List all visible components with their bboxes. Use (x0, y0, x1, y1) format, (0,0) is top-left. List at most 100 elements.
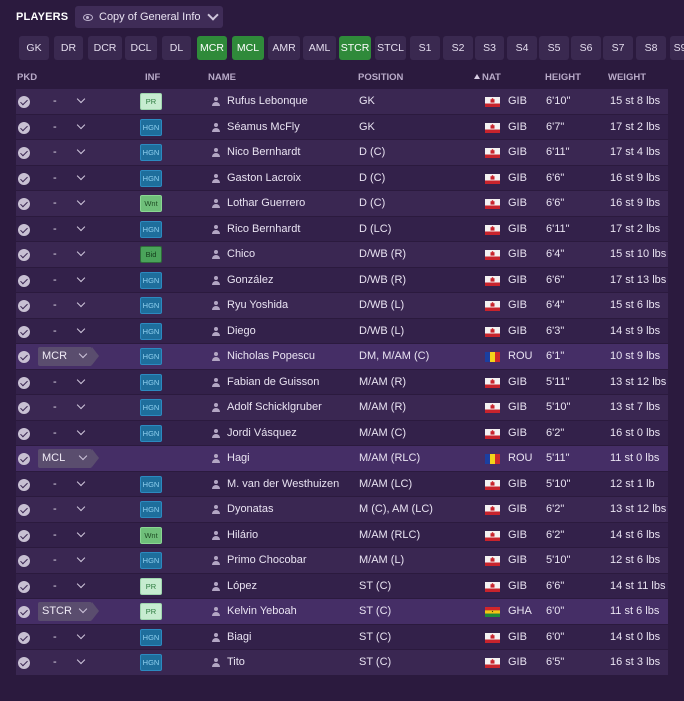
player-name[interactable]: González (227, 274, 273, 286)
pick-selector[interactable]: - (38, 220, 88, 239)
checkmark-icon[interactable] (18, 376, 30, 389)
pick-selector[interactable]: - (38, 373, 88, 392)
checkmark-icon[interactable] (18, 147, 30, 159)
column-header-name[interactable]: NAME (208, 72, 236, 83)
column-header-position[interactable]: POSITION (358, 72, 403, 83)
view-selector[interactable]: Copy of General Info (75, 6, 223, 28)
column-header-nat[interactable]: NAT (474, 72, 501, 83)
player-name[interactable]: Ryu Yoshida (227, 299, 288, 311)
table-row[interactable]: - Wnt Hilário M/AM (RLC) GIB 6'2" 14 st 6 lbs (16, 522, 668, 548)
pick-selector[interactable]: - (38, 245, 88, 264)
table-row[interactable]: - HGN Primo Chocobar M/AM (L) GIB 5'10" 12 st … (16, 548, 668, 574)
table-row[interactable]: - HGN Séamus McFly GK GIB 6'7" 17 st 2 lbs (16, 114, 668, 140)
table-row[interactable]: - HGN Biagi ST (C) GIB 6'0" 14 st 0 lbs (16, 624, 668, 650)
player-name[interactable]: Rufus Lebonque (227, 95, 308, 107)
pick-selector[interactable]: - (38, 271, 88, 290)
checkmark-icon[interactable] (18, 121, 30, 134)
pick-selector[interactable]: - (38, 398, 88, 417)
player-name[interactable]: Fabian de Guisson (227, 376, 319, 388)
pick-selector[interactable]: - (38, 169, 88, 188)
position-button-stcr[interactable]: STCR (339, 36, 371, 60)
position-button-s9[interactable]: S9 (670, 36, 684, 60)
checkmark-icon[interactable] (18, 172, 30, 185)
pick-selector[interactable]: - (38, 296, 88, 315)
pick-selector[interactable]: - (38, 628, 88, 647)
checkmark-icon[interactable] (18, 96, 30, 108)
table-row[interactable]: - HGN Jordi Vásquez M/AM (C) GIB 6'2" 16 st 0 … (16, 420, 668, 446)
table-row[interactable]: - HGN Nico Bernhardt D (C) GIB 6'11" 17 st 4 l… (16, 140, 668, 166)
player-name[interactable]: Hagi (227, 452, 250, 464)
table-row[interactable]: - Bid Chico D/WB (R) GIB 6'4" 15 st 10 lbs (16, 242, 668, 268)
table-row[interactable]: - HGN Fabian de Guisson M/AM (R) GIB 5'11" 13 … (16, 369, 668, 395)
checkmark-icon[interactable] (18, 529, 30, 542)
player-name[interactable]: Gaston Lacroix (227, 172, 301, 184)
position-button-amr[interactable]: AMR (268, 36, 300, 60)
pick-selector[interactable]: - (38, 653, 88, 672)
table-row[interactable]: - HGN Tito ST (C) GIB 6'5" 16 st 3 lbs (16, 650, 668, 676)
position-button-gk[interactable]: GK (19, 36, 49, 60)
table-row[interactable]: - HGN González D/WB (R) GIB 6'6" 17 st 13 lbs (16, 267, 668, 293)
player-name[interactable]: Kelvin Yeboah (227, 605, 297, 617)
position-button-mcl[interactable]: MCL (232, 36, 264, 60)
player-name[interactable]: Hilário (227, 529, 258, 541)
checkmark-icon[interactable] (18, 198, 30, 210)
player-name[interactable]: Biagi (227, 631, 251, 643)
position-button-dcr[interactable]: DCR (88, 36, 122, 60)
player-name[interactable]: López (227, 580, 257, 592)
pick-selector[interactable]: - (38, 92, 88, 111)
table-row[interactable]: MCR HGN Nicholas Popescu DM, M/AM (C) ROU 6'1… (16, 344, 668, 370)
player-name[interactable]: Rico Bernhardt (227, 223, 300, 235)
player-name[interactable]: Jordi Vásquez (227, 427, 297, 439)
position-button-s2[interactable]: S2 (443, 36, 473, 60)
checkmark-icon[interactable] (18, 631, 30, 644)
position-button-s3[interactable]: S3 (475, 36, 504, 60)
pick-selector[interactable]: - (38, 526, 88, 545)
table-row[interactable]: - HGN Diego D/WB (L) GIB 6'3" 14 st 9 lbs (16, 318, 668, 344)
table-row[interactable]: MCL Hagi M/AM (RLC) ROU 5'11" 11 st 0 lbs (16, 446, 668, 472)
position-button-stcl[interactable]: STCL (375, 36, 406, 60)
position-button-mcr[interactable]: MCR (197, 36, 227, 60)
player-name[interactable]: M. van der Westhuizen (227, 478, 339, 490)
pick-selector[interactable]: MCL (38, 449, 99, 468)
checkmark-icon[interactable] (18, 249, 30, 261)
position-button-dl[interactable]: DL (162, 36, 191, 60)
pick-selector[interactable]: - (38, 551, 88, 570)
player-name[interactable]: Dyonatas (227, 503, 273, 515)
checkmark-icon[interactable] (18, 300, 30, 312)
position-button-s6[interactable]: S6 (571, 36, 601, 60)
pick-selector[interactable]: - (38, 194, 88, 213)
checkmark-icon[interactable] (18, 402, 30, 414)
player-name[interactable]: Lothar Guerrero (227, 197, 305, 209)
column-header-pkd[interactable]: PKD (17, 72, 37, 83)
position-button-dcl[interactable]: DCL (125, 36, 157, 60)
table-row[interactable]: - Wnt Lothar Guerrero D (C) GIB 6'6" 16 st 9 l… (16, 191, 668, 217)
table-row[interactable]: - PR López ST (C) GIB 6'6" 14 st 11 lbs (16, 573, 668, 599)
column-header-inf[interactable]: INF (145, 72, 160, 83)
position-button-s5[interactable]: S5 (539, 36, 569, 60)
checkmark-icon[interactable] (18, 325, 30, 338)
table-row[interactable]: - HGN Adolf Schicklgruber M/AM (R) GIB 5'10" 1… (16, 395, 668, 421)
player-name[interactable]: Nico Bernhardt (227, 146, 300, 158)
pick-selector[interactable]: - (38, 500, 88, 519)
pick-selector[interactable]: - (38, 424, 88, 443)
pick-selector[interactable]: - (38, 577, 88, 596)
table-row[interactable]: - HGN Dyonatas M (C), AM (LC) GIB 6'2" 13 st 1… (16, 497, 668, 523)
checkmark-icon[interactable] (18, 223, 30, 236)
table-row[interactable]: - HGN Rico Bernhardt D (LC) GIB 6'11" 17 st 2 … (16, 216, 668, 242)
checkmark-icon[interactable] (18, 555, 30, 567)
position-button-dr[interactable]: DR (54, 36, 83, 60)
player-name[interactable]: Tito (227, 656, 245, 668)
player-name[interactable]: Primo Chocobar (227, 554, 306, 566)
table-row[interactable]: - HGN Ryu Yoshida D/WB (L) GIB 6'4" 15 st 6 lb… (16, 293, 668, 319)
pick-selector[interactable]: - (38, 118, 88, 137)
pick-selector[interactable]: - (38, 143, 88, 162)
player-name[interactable]: Adolf Schicklgruber (227, 401, 322, 413)
column-header-height[interactable]: HEIGHT (545, 72, 581, 83)
table-row[interactable]: STCR PR Kelvin Yeboah ST (C) GHA 6'0" 11 st 6 … (16, 599, 668, 625)
player-name[interactable]: Diego (227, 325, 256, 337)
position-button-s7[interactable]: S7 (603, 36, 633, 60)
pick-selector[interactable]: - (38, 475, 88, 494)
position-button-aml[interactable]: AML (303, 36, 336, 60)
checkmark-icon[interactable] (18, 606, 30, 618)
position-button-s4[interactable]: S4 (507, 36, 537, 60)
